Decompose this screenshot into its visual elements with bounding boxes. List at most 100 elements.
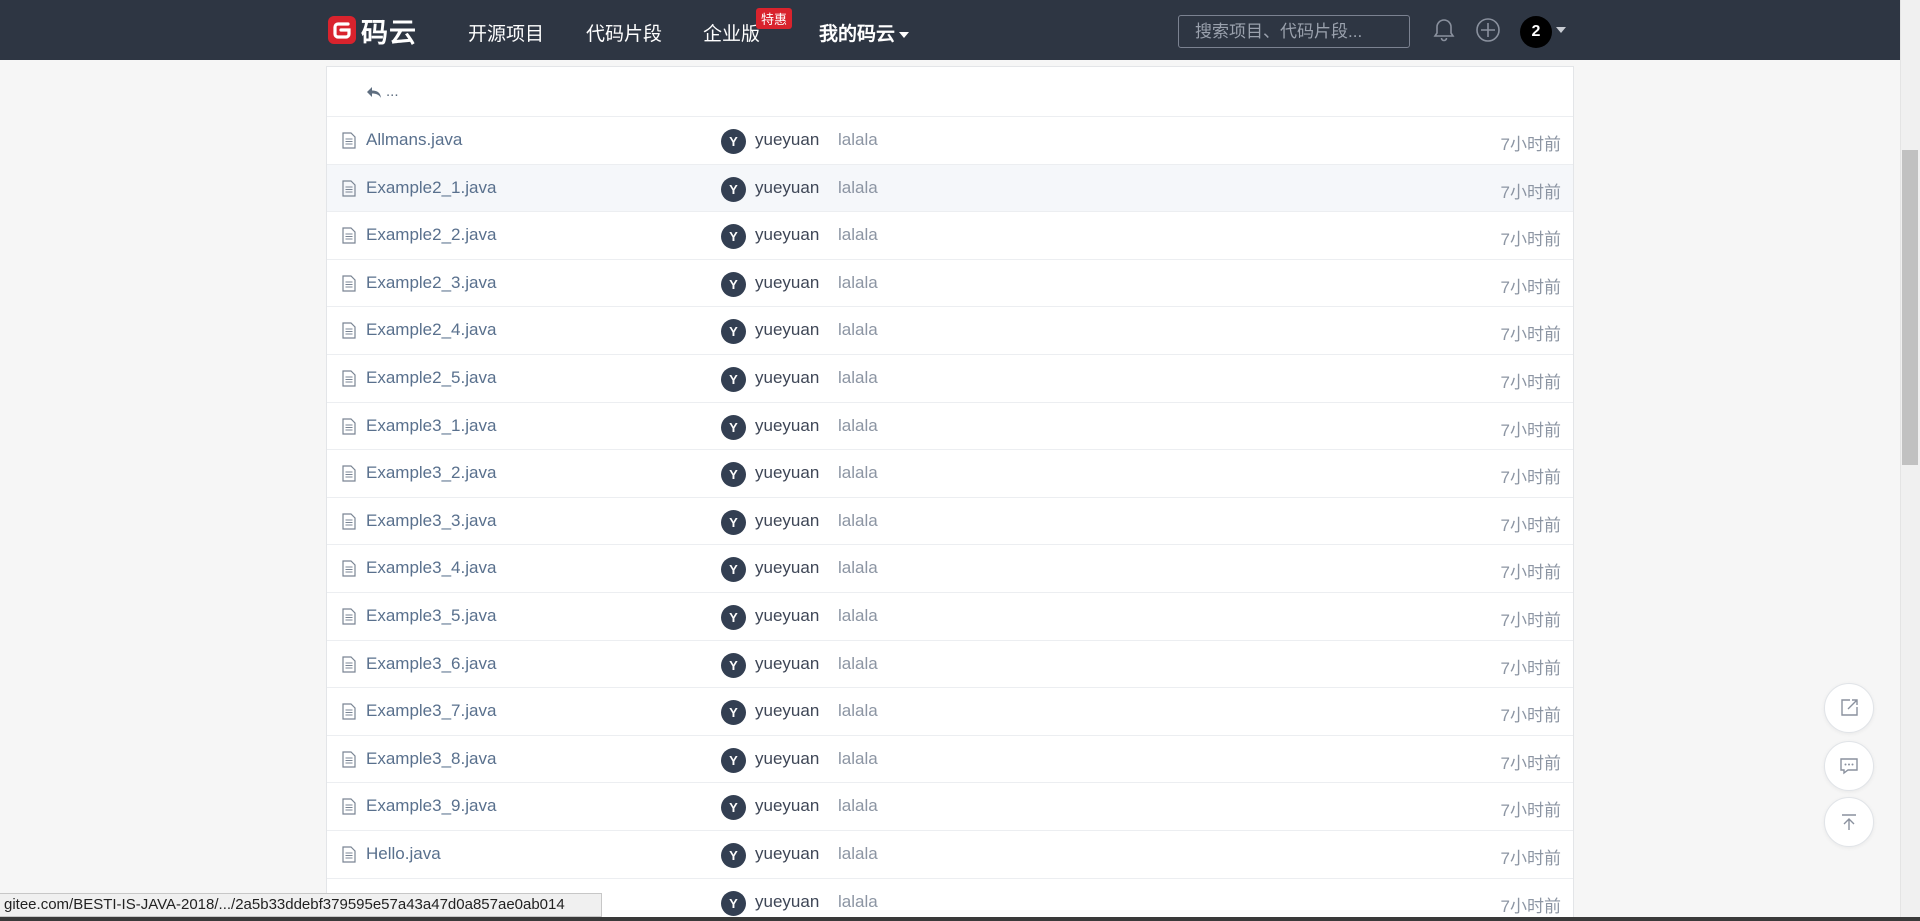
author-avatar[interactable]: Y bbox=[721, 604, 746, 630]
commit-message-link[interactable]: lalala bbox=[838, 178, 878, 198]
author-name-link[interactable]: yueyuan bbox=[755, 225, 819, 245]
user-menu-chevron-icon[interactable] bbox=[1556, 27, 1566, 33]
file-row[interactable]: Example3_5.java Yyueyuan lalala 7小时前 bbox=[327, 593, 1573, 641]
plus-circle-icon[interactable] bbox=[1473, 15, 1503, 45]
file-row[interactable]: Example2_4.java Yyueyuan lalala 7小时前 bbox=[327, 307, 1573, 355]
file-name-link[interactable]: Example3_2.java bbox=[366, 463, 496, 483]
file-row[interactable]: Example3_6.java Yyueyuan lalala 7小时前 bbox=[327, 641, 1573, 689]
commit-message-link[interactable]: lalala bbox=[838, 416, 878, 436]
user-avatar[interactable]: 2 bbox=[1520, 16, 1552, 48]
author-name-link[interactable]: yueyuan bbox=[755, 368, 819, 388]
commit-message-link[interactable]: lalala bbox=[838, 749, 878, 769]
back-to-top-button[interactable] bbox=[1824, 797, 1874, 847]
author-avatar[interactable]: Y bbox=[721, 414, 746, 440]
file-row[interactable]: Example2_2.java Yyueyuan lalala 7小时前 bbox=[327, 212, 1573, 260]
commit-message-link[interactable]: lalala bbox=[838, 796, 878, 816]
file-row[interactable]: Example3_1.java Yyueyuan lalala 7小时前 bbox=[327, 403, 1573, 451]
author-name-link[interactable]: yueyuan bbox=[755, 511, 819, 531]
file-name-link[interactable]: Example3_7.java bbox=[366, 701, 496, 721]
file-row[interactable]: Example2_5.java Yyueyuan lalala 7小时前 bbox=[327, 355, 1573, 403]
file-name-link[interactable]: Example2_2.java bbox=[366, 225, 496, 245]
file-row[interactable]: Example3_3.java Yyueyuan lalala 7小时前 bbox=[327, 498, 1573, 546]
file-row[interactable]: Example3_9.java Yyueyuan lalala 7小时前 bbox=[327, 783, 1573, 831]
file-name-link[interactable]: Allmans.java bbox=[366, 130, 462, 150]
commit-message-link[interactable]: lalala bbox=[838, 654, 878, 674]
file-name-link[interactable]: Example3_1.java bbox=[366, 416, 496, 436]
commit-message-link[interactable]: lalala bbox=[838, 273, 878, 293]
author-name-link[interactable]: yueyuan bbox=[755, 796, 819, 816]
author-name-link[interactable]: yueyuan bbox=[755, 416, 819, 436]
nav-enterprise[interactable]: 企业版 bbox=[703, 19, 760, 46]
reply-arrow-icon bbox=[367, 86, 381, 98]
author-name-link[interactable]: yueyuan bbox=[755, 892, 819, 912]
author-avatar[interactable]: Y bbox=[721, 890, 746, 916]
commit-message-link[interactable]: lalala bbox=[838, 844, 878, 864]
navbar-inner: 码云 开源项目 代码片段 企业版 特惠 我的码云 2 bbox=[327, 0, 1567, 60]
nav-snippets[interactable]: 代码片段 bbox=[586, 19, 662, 46]
author-name-link[interactable]: yueyuan bbox=[755, 463, 819, 483]
file-name-link[interactable]: Example2_4.java bbox=[366, 320, 496, 340]
file-row[interactable]: Example3_8.java Yyueyuan lalala 7小时前 bbox=[327, 736, 1573, 784]
author-avatar[interactable]: Y bbox=[721, 509, 746, 535]
author-avatar[interactable]: Y bbox=[721, 557, 746, 583]
file-name-link[interactable]: Example2_3.java bbox=[366, 273, 496, 293]
commit-message-link[interactable]: lalala bbox=[838, 320, 878, 340]
file-name-link[interactable]: Example3_8.java bbox=[366, 749, 496, 769]
file-name-link[interactable]: Hello.java bbox=[366, 844, 441, 864]
commit-message-link[interactable]: lalala bbox=[838, 892, 878, 912]
file-row[interactable]: Example2_1.java Yyueyuan lalala 7小时前 bbox=[327, 164, 1573, 213]
author-name-link[interactable]: yueyuan bbox=[755, 701, 819, 721]
author-avatar[interactable]: Y bbox=[721, 319, 746, 345]
file-name-link[interactable]: Example2_5.java bbox=[366, 368, 496, 388]
author-name-link[interactable]: yueyuan bbox=[755, 320, 819, 340]
nav-open-source[interactable]: 开源项目 bbox=[468, 19, 544, 46]
commit-message-link[interactable]: lalala bbox=[838, 130, 878, 150]
file-name-link[interactable]: Example2_1.java bbox=[366, 178, 496, 198]
search-input[interactable] bbox=[1178, 15, 1410, 48]
commit-message-link[interactable]: lalala bbox=[838, 463, 878, 483]
author-name-link[interactable]: yueyuan bbox=[755, 273, 819, 293]
file-row[interactable]: Hello.java Yyueyuan lalala 7小时前 bbox=[327, 831, 1573, 879]
author-avatar[interactable]: Y bbox=[721, 747, 746, 773]
author-avatar[interactable]: Y bbox=[721, 652, 746, 678]
author-avatar[interactable]: Y bbox=[721, 176, 746, 202]
author-avatar[interactable]: Y bbox=[721, 366, 746, 392]
author-name-link[interactable]: yueyuan bbox=[755, 178, 819, 198]
commit-message-link[interactable]: lalala bbox=[838, 606, 878, 626]
gitee-logo[interactable]: 码云 bbox=[327, 14, 417, 48]
nav-my-gitee[interactable]: 我的码云 bbox=[819, 19, 910, 46]
author-avatar[interactable]: Y bbox=[721, 271, 746, 297]
author-avatar[interactable]: Y bbox=[721, 129, 746, 154]
file-row[interactable]: Example3_7.java Yyueyuan lalala 7小时前 bbox=[327, 688, 1573, 736]
file-name-link[interactable]: Example3_3.java bbox=[366, 511, 496, 531]
author-avatar[interactable]: Y bbox=[721, 462, 746, 488]
file-name-link[interactable]: Example3_9.java bbox=[366, 796, 496, 816]
author-avatar[interactable]: Y bbox=[721, 700, 746, 726]
author-avatar[interactable]: Y bbox=[721, 224, 746, 250]
share-button[interactable] bbox=[1824, 683, 1874, 733]
author-name-link[interactable]: yueyuan bbox=[755, 749, 819, 769]
commit-message-link[interactable]: lalala bbox=[838, 701, 878, 721]
commit-message-link[interactable]: lalala bbox=[838, 225, 878, 245]
author-avatar[interactable]: Y bbox=[721, 842, 746, 868]
file-row[interactable]: Example3_2.java Yyueyuan lalala 7小时前 bbox=[327, 450, 1573, 498]
file-name-link[interactable]: Example3_6.java bbox=[366, 654, 496, 674]
file-row[interactable]: Example2_3.java Yyueyuan lalala 7小时前 bbox=[327, 260, 1573, 308]
commit-message-link[interactable]: lalala bbox=[838, 368, 878, 388]
commit-message-link[interactable]: lalala bbox=[838, 511, 878, 531]
scrollbar-thumb[interactable] bbox=[1902, 150, 1918, 465]
author-name-link[interactable]: yueyuan bbox=[755, 130, 819, 150]
author-name-link[interactable]: yueyuan bbox=[755, 558, 819, 578]
file-name-link[interactable]: Example3_4.java bbox=[366, 558, 496, 578]
author-name-link[interactable]: yueyuan bbox=[755, 654, 819, 674]
author-name-link[interactable]: yueyuan bbox=[755, 606, 819, 626]
author-avatar[interactable]: Y bbox=[721, 795, 746, 821]
commit-message-link[interactable]: lalala bbox=[838, 558, 878, 578]
bell-icon[interactable] bbox=[1429, 15, 1459, 45]
parent-directory-link[interactable]: ... bbox=[327, 67, 1573, 117]
comment-button[interactable] bbox=[1824, 741, 1874, 791]
file-row[interactable]: Example3_4.java Yyueyuan lalala 7小时前 bbox=[327, 545, 1573, 593]
file-row[interactable]: Allmans.java Yyueyuan lalala 7小时前 bbox=[327, 117, 1573, 165]
file-name-link[interactable]: Example3_5.java bbox=[366, 606, 496, 626]
author-name-link[interactable]: yueyuan bbox=[755, 844, 819, 864]
